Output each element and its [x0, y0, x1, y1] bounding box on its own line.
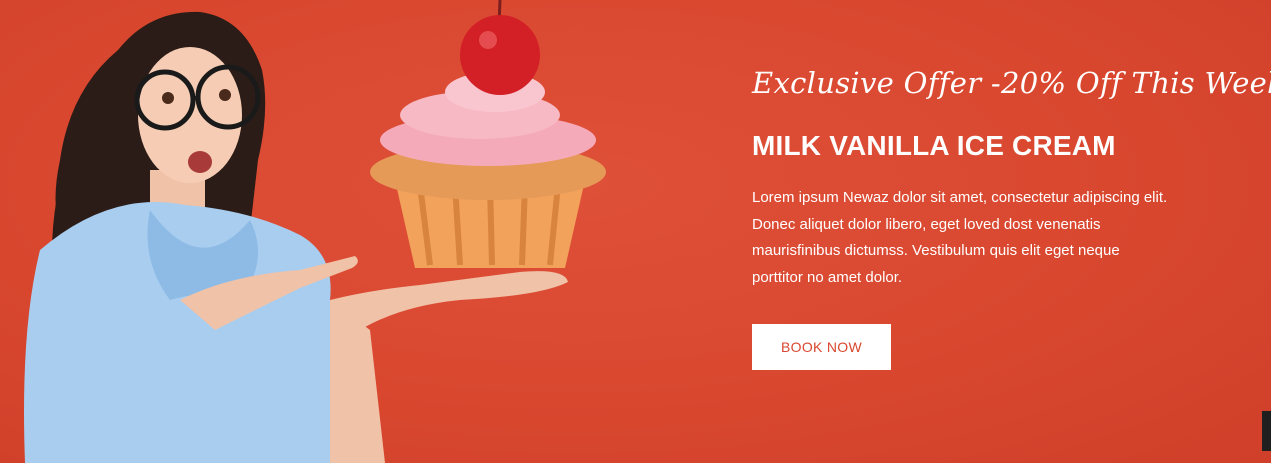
hero-banner: Exclusive Offer -20% Off This Week MILK … [0, 0, 1271, 463]
hero-image [24, 0, 606, 463]
offer-heading: Exclusive Offer -20% Off This Week [752, 66, 1271, 100]
scroll-tab-icon[interactable] [1262, 411, 1271, 451]
product-title: MILK VANILLA ICE CREAM [752, 130, 1116, 161]
product-description: Lorem ipsum Newaz dolor sit amet, consec… [752, 189, 1168, 286]
book-now-button[interactable]: BOOK NOW [752, 324, 891, 370]
